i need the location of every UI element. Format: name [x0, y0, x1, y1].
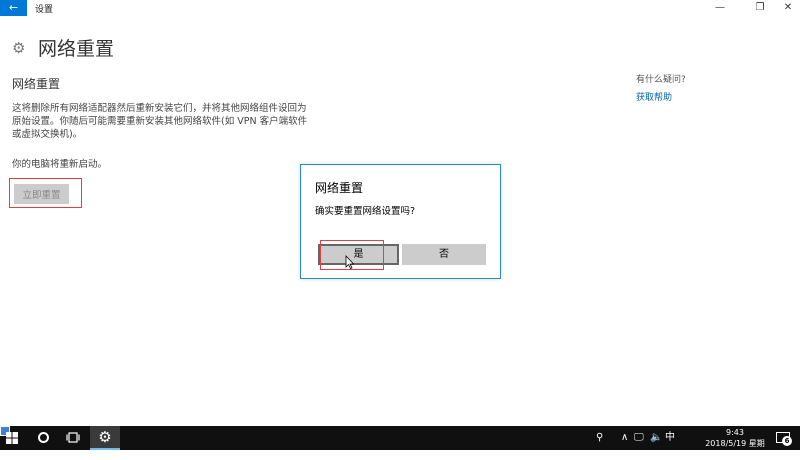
settings-gear-icon: ⚙	[98, 428, 112, 446]
section-title: 网络重置	[12, 77, 61, 91]
title-bar: ← 设置 — ❐ ✕	[0, 0, 800, 16]
page-header: ⚙ 网络重置	[12, 34, 114, 61]
clock-time: 9:43	[726, 428, 744, 437]
back-arrow-icon: ←	[8, 1, 19, 14]
help-question: 有什么疑问?	[636, 75, 686, 85]
volume-icon[interactable]: 🔈	[650, 430, 662, 446]
mouse-cursor-icon	[345, 255, 355, 269]
task-view-icon[interactable]	[66, 432, 80, 443]
taskbar: ⚙ ⚲ ∧ 🖵 🔈 中 9:43 2018/5/19 星期六 6	[0, 426, 800, 459]
page-title: 网络重置	[38, 38, 115, 60]
dialog-title: 网络重置	[315, 181, 364, 195]
settings-taskbar-button[interactable]: ⚙	[90, 426, 120, 450]
maximize-icon: ❐	[755, 2, 765, 13]
dialog-message: 确实要重置网络设置吗?	[315, 206, 416, 217]
notification-badge: 6	[782, 436, 792, 446]
chevron-up-icon[interactable]: ∧	[621, 430, 628, 446]
minimize-icon: —	[715, 2, 725, 13]
close-button[interactable]: ✕	[772, 0, 800, 16]
people-icon[interactable]: ⚲	[596, 430, 603, 446]
input-method-indicator[interactable]: 中	[665, 430, 675, 446]
back-button[interactable]: ←	[0, 0, 27, 16]
confirm-dialog: 网络重置 确实要重置网络设置吗? 是 否	[300, 164, 501, 279]
restart-note: 你的电脑将重新启动。	[12, 159, 108, 170]
close-icon: ✕	[783, 2, 793, 13]
clock-date: 2018/5/19 星期六	[705, 439, 765, 459]
no-button[interactable]: 否	[402, 244, 486, 265]
gear-icon: ⚙	[12, 38, 26, 57]
search-icon[interactable]	[38, 432, 49, 443]
minimize-button[interactable]: —	[704, 0, 736, 16]
network-icon[interactable]: 🖵	[634, 430, 644, 446]
clock[interactable]: 9:43 2018/5/19 星期六	[703, 427, 767, 460]
highlight-box	[9, 178, 82, 208]
windows-start-icon[interactable]	[6, 432, 18, 444]
section-description: 这将删除所有网络适配器然后重新安装它们，并将其他网络组件设回为原始设置。你随后可…	[12, 103, 308, 140]
get-help-link[interactable]: 获取帮助	[636, 90, 672, 103]
window-title: 设置	[35, 5, 54, 15]
